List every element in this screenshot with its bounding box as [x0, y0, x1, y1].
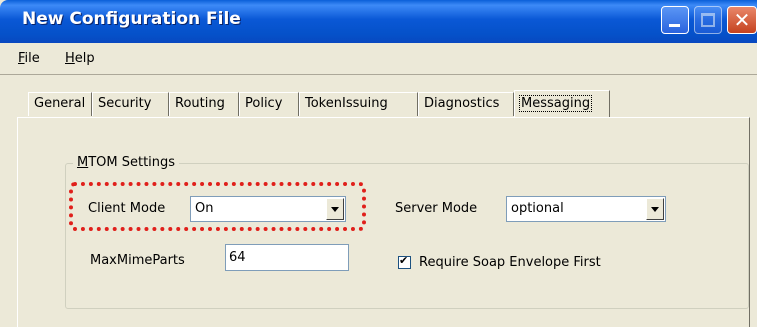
maximize-icon	[701, 13, 715, 27]
require-soap-label[interactable]: Require Soap Envelope First	[419, 255, 601, 270]
minimize-icon	[669, 24, 680, 27]
max-mime-parts-value: 64	[229, 250, 246, 265]
client-mode-highlight	[69, 182, 366, 231]
mtom-settings-label: MTOM Settings	[73, 155, 180, 170]
window-title: New Configuration File	[22, 9, 241, 29]
minimize-button[interactable]	[661, 6, 689, 34]
server-mode-label: Server Mode	[395, 201, 478, 216]
tab-messaging[interactable]: Messaging	[514, 90, 610, 117]
close-button[interactable]: ✕	[727, 6, 757, 34]
close-icon: ✕	[733, 8, 751, 32]
server-mode-value: optional	[511, 201, 564, 216]
menu-separator	[0, 74, 757, 75]
require-soap-checkbox[interactable]	[398, 254, 411, 269]
max-mime-parts-label: MaxMimeParts	[90, 253, 185, 268]
title-bar[interactable]: New Configuration File ✕	[0, 0, 757, 43]
max-mime-parts-input[interactable]: 64	[225, 244, 349, 271]
server-mode-select[interactable]: optional	[506, 196, 666, 222]
tab-policy[interactable]: Policy	[239, 92, 299, 116]
tab-security[interactable]: Security	[92, 92, 169, 116]
menu-help[interactable]: Help	[65, 51, 95, 66]
tab-tokenissuing[interactable]: TokenIssuing	[299, 92, 418, 116]
menu-bar: File Help	[0, 43, 757, 74]
tab-routing[interactable]: Routing	[169, 92, 239, 116]
main-window: New Configuration File ✕ File Help Gener…	[0, 0, 757, 327]
maximize-button[interactable]	[694, 6, 722, 34]
menu-file[interactable]: File	[18, 51, 40, 66]
tab-general[interactable]: General	[28, 92, 92, 116]
chevron-down-icon[interactable]	[646, 198, 664, 220]
tab-diagnostics[interactable]: Diagnostics	[418, 92, 514, 116]
